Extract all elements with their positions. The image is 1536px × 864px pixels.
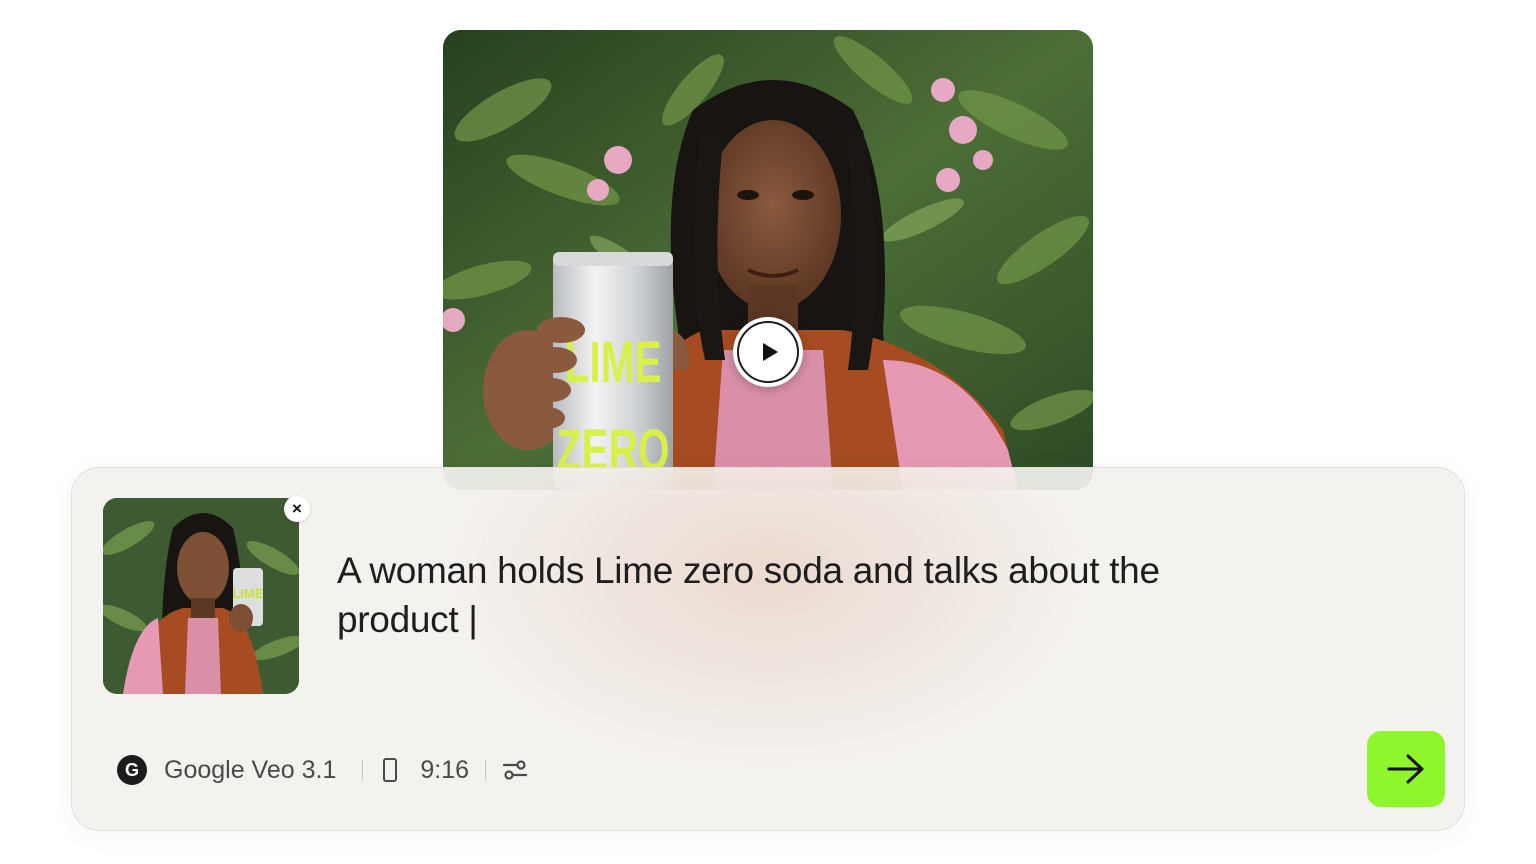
thumb-can-label: LIME [232,586,263,601]
can-label-lime: LIME [565,330,662,395]
divider [362,760,364,780]
reference-image-thumbnail[interactable]: LIME [103,498,299,694]
thumbnail-image: LIME [103,498,299,694]
model-name: Google Veo 3.1 [164,755,337,784]
settings-button[interactable] [502,759,528,781]
aspect-ratio-value: 9:16 [420,755,470,784]
aspect-ratio-selector[interactable]: 9:16 [383,756,469,785]
model-selector[interactable]: G Google Veo 3.1 [117,755,336,785]
prompt-input[interactable]: A woman holds Lime zero soda and talks a… [337,546,1277,644]
sliders-icon [502,760,528,780]
play-button[interactable] [733,317,803,387]
video-frame-image: LIME ZERO [443,30,1093,490]
play-icon [737,321,799,383]
google-logo-icon: G [117,755,147,785]
prompt-card: LIME × A woman holds Lime zero soda and … [71,467,1465,831]
generation-toolbar: G Google Veo 3.1 9:16 [117,752,528,788]
divider [485,760,487,780]
generate-submit-button[interactable] [1367,731,1445,807]
arrow-right-icon [1387,754,1424,784]
portrait-phone-icon [383,758,398,782]
video-preview[interactable]: LIME ZERO [443,30,1093,490]
remove-reference-image-button[interactable]: × [284,496,310,522]
